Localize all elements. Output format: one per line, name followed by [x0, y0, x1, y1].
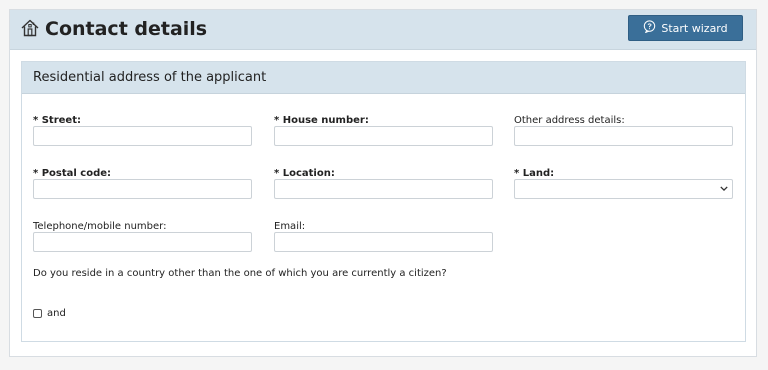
checkbox-label[interactable]: and [47, 308, 66, 319]
checkbox-row: and [33, 308, 66, 319]
foreign-residence-checkbox[interactable] [33, 309, 42, 318]
start-wizard-label: Start wizard [661, 21, 728, 35]
other-details-input[interactable] [514, 126, 733, 146]
contact-details-card: Contact details Start wizard Residential… [9, 9, 757, 357]
street-label-wrap: * Street: [33, 108, 81, 127]
telephone-input[interactable] [33, 232, 252, 252]
home-icon [20, 18, 40, 38]
chevron-down-icon [720, 184, 728, 194]
house-number-label: * House number: [274, 115, 369, 126]
other-details-label-wrap: Other address details: [514, 108, 625, 127]
telephone-label: Telephone/mobile number: [33, 221, 167, 232]
location-label: * Location: [274, 168, 335, 179]
page-title: Contact details [45, 18, 208, 40]
house-number-input[interactable] [274, 126, 493, 146]
postal-code-label-wrap: * Postal code: [33, 161, 111, 180]
section-title: Residential address of the applicant [22, 62, 745, 94]
postal-code-label: * Postal code: [33, 168, 112, 179]
email-label: Email: [274, 221, 306, 232]
street-label: * Street: [33, 115, 81, 126]
telephone-label-wrap: Telephone/mobile number: [33, 214, 166, 233]
email-input[interactable] [274, 232, 493, 252]
other-details-label: Other address details: [514, 115, 625, 126]
email-label-wrap: Email: [274, 214, 305, 233]
postal-code-input[interactable] [33, 179, 252, 199]
location-input[interactable] [274, 179, 493, 199]
card-header: Contact details Start wizard [10, 10, 756, 50]
residential-address-panel: Residential address of the applicant * S… [21, 61, 746, 342]
foreign-residence-question: Do you reside in a country other than th… [33, 268, 447, 279]
start-wizard-button[interactable]: Start wizard [628, 15, 743, 41]
street-input[interactable] [33, 126, 252, 146]
house-number-label-wrap: * House number: [274, 108, 369, 127]
land-select[interactable] [514, 179, 733, 199]
chat-bubble-icon [643, 20, 656, 36]
land-label-wrap: * Land: [514, 161, 554, 180]
land-label: * Land: [514, 168, 555, 179]
location-label-wrap: * Location: [274, 161, 335, 180]
